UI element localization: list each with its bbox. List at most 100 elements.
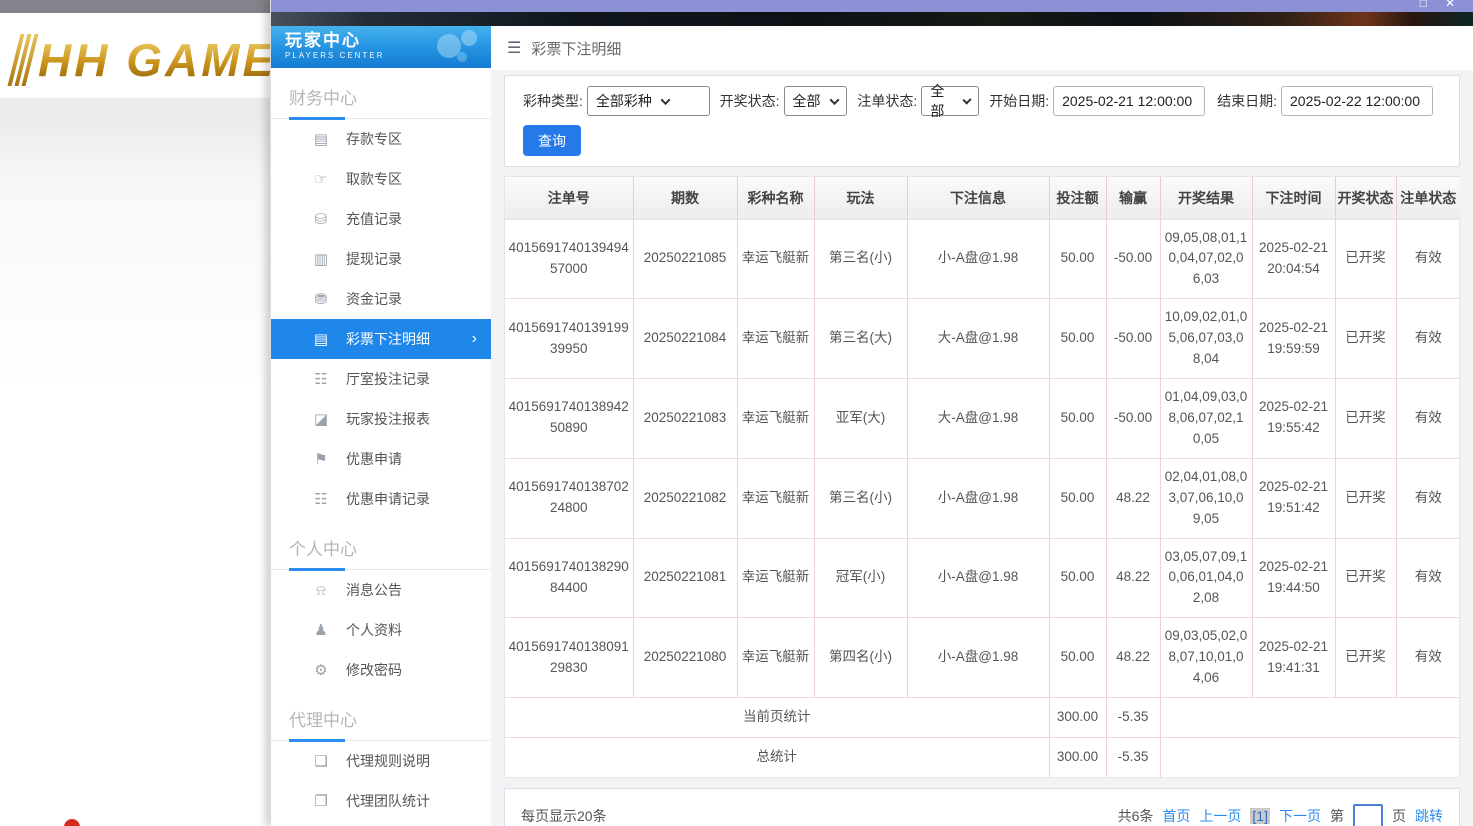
cell-lottery: 幸运飞艇新 xyxy=(737,378,815,459)
hamburger-menu-icon[interactable]: ☰ xyxy=(507,38,521,58)
cell-amount: 50.00 xyxy=(1049,617,1107,699)
cell-order-no: 401569174013949457000 xyxy=(505,219,634,300)
first-page-link[interactable]: 首页 xyxy=(1162,806,1190,826)
cell-draw-status: 已开奖 xyxy=(1335,538,1397,619)
documents-icon: ❐ xyxy=(314,793,328,810)
sidebar-item-agent-rules[interactable]: ❏ 代理规则说明 xyxy=(271,741,491,781)
next-page-link[interactable]: 下一页 xyxy=(1279,806,1321,826)
cell-draw-status: 已开奖 xyxy=(1335,378,1397,459)
current-page-badge[interactable]: [1] xyxy=(1250,807,1270,824)
sidebar-item-agent-team-stats[interactable]: ❐ 代理团队统计 xyxy=(271,781,491,821)
search-button[interactable]: 查询 xyxy=(523,125,581,156)
sidebar-item-recharge-records[interactable]: ⛁ 充值记录 xyxy=(271,199,491,239)
total-count: 共6条 xyxy=(1117,807,1154,824)
cell-bet-info: 大-A盘@1.98 xyxy=(907,298,1050,380)
cell-result: 01,04,09,03,08,06,07,02,10,05 xyxy=(1160,378,1253,459)
cell-play: 第三名(小) xyxy=(814,219,908,300)
dark-banner xyxy=(271,12,1473,26)
order-status-select[interactable]: 全部 xyxy=(921,83,980,119)
close-icon[interactable]: ✕ xyxy=(1445,0,1455,10)
cell-lottery: 幸运飞艇新 xyxy=(737,298,815,380)
cell-order-status: 有效 xyxy=(1396,458,1460,539)
sidebar-item-announcements[interactable]: ⍾ 消息公告 xyxy=(271,570,491,610)
withdraw-hand-icon: ☞ xyxy=(314,171,328,188)
sidebar-item-hall-bet-records[interactable]: ☷ 厅室投注记录 xyxy=(271,359,491,399)
cell-win-loss: -50.00 xyxy=(1106,378,1161,459)
col-period: 期数 xyxy=(633,177,738,220)
cell-bet-info: 小-A盘@1.98 xyxy=(907,617,1050,699)
sidebar-item-player-bet-report[interactable]: ◪ 玩家投注报表 xyxy=(271,399,491,439)
lottery-type-select[interactable]: 全部彩种 xyxy=(586,86,710,116)
order-status-label: 注单状态: xyxy=(857,93,918,109)
sidebar-item-profile[interactable]: ♟ 个人资料 xyxy=(271,610,491,650)
start-date-input[interactable] xyxy=(1053,86,1206,116)
cell-period: 20250221080 xyxy=(633,617,738,699)
breadcrumb: ☰ 彩票下注明细 xyxy=(491,26,1473,70)
section-title-agent: 代理中心 xyxy=(271,690,491,742)
prev-page-link[interactable]: 上一页 xyxy=(1199,806,1241,826)
chevron-down-icon xyxy=(829,94,839,105)
sidebar-item-withdraw-zone[interactable]: ☞ 取款专区 xyxy=(271,159,491,199)
sidebar-item-withdrawal-records[interactable]: ▥ 提现记录 xyxy=(271,239,491,279)
draw-status-select[interactable]: 全部 xyxy=(783,86,848,116)
cell-bet-time: 2025-02-21 19:59:59 xyxy=(1252,298,1336,380)
cell-bet-time: 2025-02-21 19:51:42 xyxy=(1252,458,1336,539)
page-suffix-label: 页 xyxy=(1392,807,1406,824)
cell-result: 09,03,05,02,08,07,10,01,04,06 xyxy=(1160,617,1253,699)
list-icon: ☷ xyxy=(314,371,328,388)
section-title-personal: 个人中心 xyxy=(271,519,491,571)
background-body xyxy=(0,98,270,826)
chevron-down-icon xyxy=(962,94,972,105)
sidebar-item-funds-records[interactable]: ⛃ 资金记录 xyxy=(271,279,491,319)
start-date-label: 开始日期: xyxy=(989,93,1050,109)
maximize-icon[interactable]: □ xyxy=(1420,0,1427,10)
pagination-bar: 每页显示20条 共6条 首页 上一页 [1] 下一页 第 页 跳转 xyxy=(504,787,1460,826)
sidebar-item-promo-apply-records[interactable]: ☷ 优惠申请记录 xyxy=(271,479,491,519)
cell-play: 第四名(小) xyxy=(814,617,908,699)
end-date-label: 结束日期: xyxy=(1217,93,1277,109)
cell-lottery: 幸运飞艇新 xyxy=(737,219,815,300)
sidebar-header: 玩家中心 PLAYERS CENTER xyxy=(271,26,491,68)
cell-play: 第三名(小) xyxy=(814,458,908,539)
person-icon: ♟ xyxy=(314,622,328,639)
col-play: 玩法 xyxy=(814,177,908,220)
sidebar-item-lottery-bet-details[interactable]: ▤ 彩票下注明细 › xyxy=(271,319,491,359)
page-title: 彩票下注明细 xyxy=(531,40,622,58)
draw-status-label: 开奖状态: xyxy=(719,93,780,109)
sidebar: 玩家中心 PLAYERS CENTER 财务中心 ▤ 存款专区 ☞ 取款专区 ⛁… xyxy=(271,26,491,826)
cell-order-no: 401569174013894250890 xyxy=(505,378,634,459)
window-titlebar: □ ✕ xyxy=(271,0,1473,12)
sidebar-item-change-password[interactable]: ⚙ 修改密码 xyxy=(271,650,491,690)
cell-bet-info: 小-A盘@1.98 xyxy=(907,219,1050,300)
logo-bars-icon xyxy=(7,34,39,86)
col-bet-time: 下注时间 xyxy=(1252,177,1336,220)
cell-draw-status: 已开奖 xyxy=(1335,219,1397,300)
sidebar-item-deposit-zone[interactable]: ▤ 存款专区 xyxy=(271,119,491,159)
sidebar-item-promo-apply[interactable]: ⚑ 优惠申请 xyxy=(271,439,491,479)
cell-lottery: 幸运飞艇新 xyxy=(737,617,815,699)
chevron-right-icon: › xyxy=(471,330,477,347)
cell-bet-info: 小-A盘@1.98 xyxy=(907,458,1050,539)
cell-order-status: 有效 xyxy=(1396,538,1460,619)
bet-list-icon: ▤ xyxy=(313,331,329,348)
cell-amount: 50.00 xyxy=(1049,378,1107,459)
col-win-loss: 输赢 xyxy=(1106,177,1161,220)
col-order-no: 注单号 xyxy=(505,177,634,220)
chart-icon: ◪ xyxy=(313,411,329,428)
purse-icon: ⛃ xyxy=(314,291,328,308)
cell-result: 09,05,08,01,10,04,07,02,06,03 xyxy=(1160,219,1253,300)
player-center-window: □ ✕ 玩家中心 PLAYERS CENTER 财务中心 ▤ 存款专区 ☞ 取款… xyxy=(270,0,1473,826)
summary-label: 总统计 xyxy=(505,737,1050,777)
summary-amount: 300.00 xyxy=(1049,697,1107,739)
summary-row-current-page: 当前页统计 300.00 -5.35 xyxy=(505,697,1460,739)
gamepad-icon xyxy=(435,30,481,64)
cell-bet-time: 2025-02-21 19:55:42 xyxy=(1252,378,1336,459)
summary-label: 当前页统计 xyxy=(505,697,1050,739)
bell-icon: ⍾ xyxy=(316,581,326,599)
background-page: HH GAME xyxy=(0,0,270,826)
cell-period: 20250221082 xyxy=(633,458,738,539)
page-prefix-label: 第 xyxy=(1330,807,1344,824)
end-date-input[interactable] xyxy=(1281,86,1433,116)
page-jump-input[interactable] xyxy=(1353,803,1383,826)
jump-link[interactable]: 跳转 xyxy=(1415,806,1443,826)
